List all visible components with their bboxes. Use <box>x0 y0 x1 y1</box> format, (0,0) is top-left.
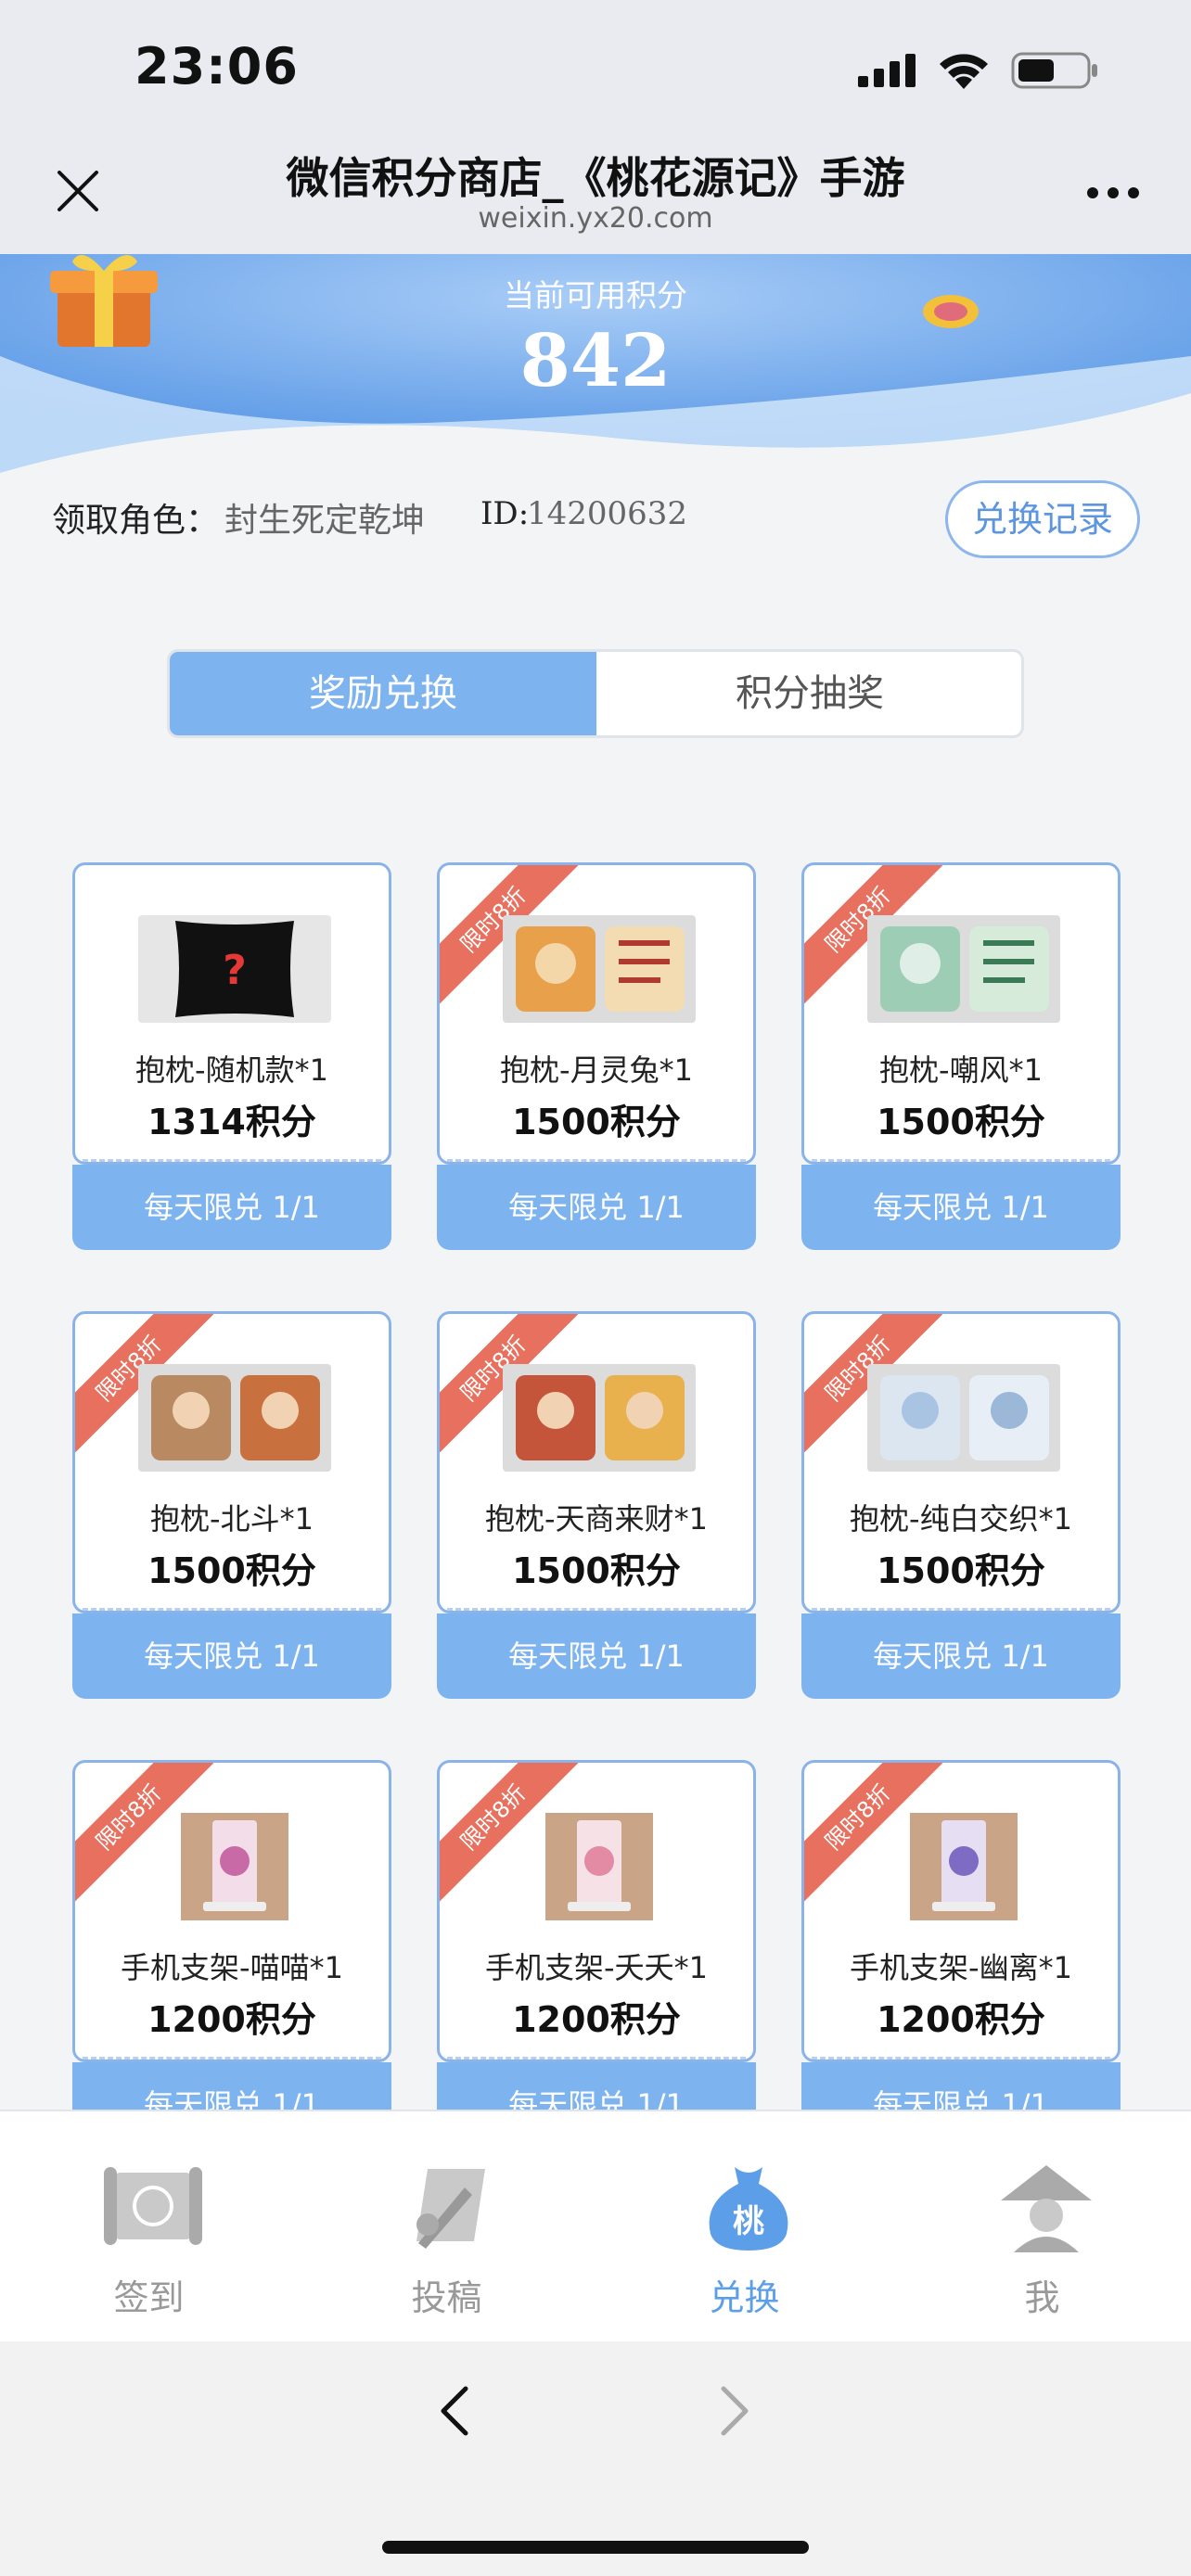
product-name: 手机支架-喵喵*1 <box>121 1950 343 1985</box>
status-bar: 23:06 <box>0 0 1191 139</box>
more-icon[interactable] <box>1085 185 1141 200</box>
phone-stand-peach-image <box>545 1813 653 1920</box>
product-grid: ? 抱枕-随机款*1 1314积分 每天限兑 1/1 限时8折 抱枕-月灵兔*1… <box>0 862 1191 2110</box>
page-title: 微信积分商店_《桃花源记》手游 <box>286 153 905 203</box>
nav-bar: 微信积分商店_《桃花源记》手游 weixin.yx20.com <box>0 130 1191 255</box>
product-price: 1500积分 <box>512 1550 681 1591</box>
product-name: 手机支架-夭夭*1 <box>485 1950 708 1985</box>
exchange-limit-button[interactable]: 每天限兑 1/1 <box>801 2062 1121 2110</box>
tabbar-item-me[interactable]: 我 <box>893 2111 1191 2343</box>
tabbar-item-exchange[interactable]: 桃 兑换 <box>596 2111 893 2343</box>
peach-bag-icon: 桃 <box>709 2167 788 2251</box>
product-card[interactable]: ? 抱枕-随机款*1 1314积分 每天限兑 1/1 <box>72 862 391 1250</box>
product-card[interactable]: 限时8折 抱枕-北斗*1 1500积分 每天限兑 1/1 <box>72 1311 391 1699</box>
cellular-signal-icon <box>858 54 916 87</box>
pillow-pair-white-image <box>867 1364 1060 1472</box>
product-card[interactable]: 限时8折 手机支架-喵喵*1 1200积分 每天限兑 1/1 <box>72 1760 391 2110</box>
product-card-top: 限时8折 手机支架-幽离*1 1200积分 <box>801 1760 1121 2062</box>
product-price: 1500积分 <box>512 1102 681 1142</box>
bottom-tab-bar: 签到 投稿 桃 兑换 我 <box>0 2110 1191 2341</box>
points-banner: 当前可用积分 842 <box>0 254 1191 473</box>
peach-bag-glyph: 桃 <box>733 2203 764 2240</box>
product-name: 抱枕-北斗*1 <box>150 1501 314 1537</box>
exchange-limit-button[interactable]: 每天限兑 1/1 <box>72 1165 391 1250</box>
exchange-limit-button[interactable]: 每天限兑 1/1 <box>437 1165 756 1250</box>
pillow-pair-brown-image <box>138 1364 331 1472</box>
role-id-label: ID: <box>480 495 530 532</box>
product-price: 1200积分 <box>512 1999 681 2040</box>
exchange-tabs: 奖励兑换 积分抽奖 <box>167 649 1024 738</box>
product-card-top: ? 抱枕-随机款*1 1314积分 <box>72 862 391 1165</box>
product-name: 抱枕-嘲风*1 <box>879 1052 1043 1088</box>
phone-stand-pink-image <box>181 1813 288 1920</box>
scroll-sign-icon <box>104 2167 202 2245</box>
product-card[interactable]: 限时8折 抱枕-天商来财*1 1500积分 每天限兑 1/1 <box>437 1311 756 1699</box>
straw-hat-person-icon <box>1001 2165 1092 2252</box>
product-price: 1200积分 <box>877 1999 1045 2040</box>
exchange-history-button[interactable]: 兑换记录 <box>945 480 1140 558</box>
product-card-top: 限时8折 抱枕-纯白交织*1 1500积分 <box>801 1311 1121 1613</box>
role-id-value: 14200632 <box>527 495 688 532</box>
points-value: 842 <box>519 319 672 403</box>
product-name: 抱枕-纯白交织*1 <box>850 1501 1072 1537</box>
back-arrow-icon[interactable] <box>436 2383 473 2439</box>
tab-points-lottery[interactable]: 积分抽奖 <box>596 652 1021 735</box>
product-price: 1500积分 <box>147 1550 316 1591</box>
forward-arrow-icon[interactable] <box>716 2383 753 2439</box>
role-label: 领取角色： <box>52 502 220 540</box>
svg-text:?: ? <box>223 947 247 994</box>
product-card-top: 限时8折 抱枕-天商来财*1 1500积分 <box>437 1311 756 1613</box>
tabbar-item-checkin[interactable]: 签到 <box>0 2111 298 2343</box>
tabbar-label: 我 <box>1024 2277 1060 2318</box>
product-price: 1200积分 <box>147 1999 316 2040</box>
product-card-top: 限时8折 抱枕-嘲风*1 1500积分 <box>801 862 1121 1165</box>
product-name: 抱枕-月灵兔*1 <box>500 1052 693 1088</box>
product-name: 抱枕-随机款*1 <box>135 1052 328 1088</box>
product-card[interactable]: 限时8折 抱枕-月灵兔*1 1500积分 每天限兑 1/1 <box>437 862 756 1250</box>
exchange-limit-button[interactable]: 每天限兑 1/1 <box>801 1165 1121 1250</box>
pillow-random-image: ? <box>138 915 331 1023</box>
pillow-pair-green-image <box>867 915 1060 1023</box>
tabbar-label: 签到 <box>113 2277 185 2318</box>
page-domain: weixin.yx20.com <box>478 202 713 235</box>
exchange-limit-button[interactable]: 每天限兑 1/1 <box>437 1613 756 1699</box>
battery-icon <box>1011 52 1097 89</box>
phone-stand-purple-image <box>910 1813 1018 1920</box>
product-price: 1314积分 <box>147 1102 316 1142</box>
product-card-top: 限时8折 抱枕-北斗*1 1500积分 <box>72 1311 391 1613</box>
home-indicator <box>382 2541 809 2554</box>
tabbar-label: 兑换 <box>709 2277 780 2318</box>
quill-scroll-icon <box>416 2169 485 2249</box>
product-card[interactable]: 限时8折 抱枕-嘲风*1 1500积分 每天限兑 1/1 <box>801 862 1121 1250</box>
exchange-limit-button[interactable]: 每天限兑 1/1 <box>437 2062 756 2110</box>
product-card[interactable]: 限时8折 抱枕-纯白交织*1 1500积分 每天限兑 1/1 <box>801 1311 1121 1699</box>
product-card[interactable]: 限时8折 手机支架-幽离*1 1200积分 每天限兑 1/1 <box>801 1760 1121 2110</box>
points-label: 当前可用积分 <box>504 277 687 313</box>
tab-reward-exchange[interactable]: 奖励兑换 <box>170 652 596 735</box>
browser-toolbar <box>0 2341 1191 2576</box>
exchange-limit-button[interactable]: 每天限兑 1/1 <box>801 1613 1121 1699</box>
tabbar-label: 投稿 <box>411 2277 482 2318</box>
product-card-top: 限时8折 手机支架-夭夭*1 1200积分 <box>437 1760 756 2062</box>
product-card[interactable]: 限时8折 手机支架-夭夭*1 1200积分 每天限兑 1/1 <box>437 1760 756 2110</box>
product-card-top: 限时8折 抱枕-月灵兔*1 1500积分 <box>437 862 756 1165</box>
exchange-limit-button[interactable]: 每天限兑 1/1 <box>72 2062 391 2110</box>
wifi-icon <box>940 54 988 89</box>
product-name: 手机支架-幽离*1 <box>850 1950 1072 1985</box>
pillow-pair-red-image <box>503 1364 696 1472</box>
role-row: 领取角色： 封生死定乾坤 ID: 14200632 兑换记录 <box>0 473 1191 558</box>
product-card-top: 限时8折 手机支架-喵喵*1 1200积分 <box>72 1760 391 2062</box>
tabbar-item-submit[interactable]: 投稿 <box>298 2111 596 2343</box>
product-name: 抱枕-天商来财*1 <box>485 1501 708 1537</box>
status-time: 23:06 <box>134 37 299 96</box>
exchange-limit-button[interactable]: 每天限兑 1/1 <box>72 1613 391 1699</box>
pillow-pair-orange-image <box>503 915 696 1023</box>
product-price: 1500积分 <box>877 1550 1045 1591</box>
role-name: 封生死定乾坤 <box>224 502 426 540</box>
product-price: 1500积分 <box>877 1102 1045 1142</box>
